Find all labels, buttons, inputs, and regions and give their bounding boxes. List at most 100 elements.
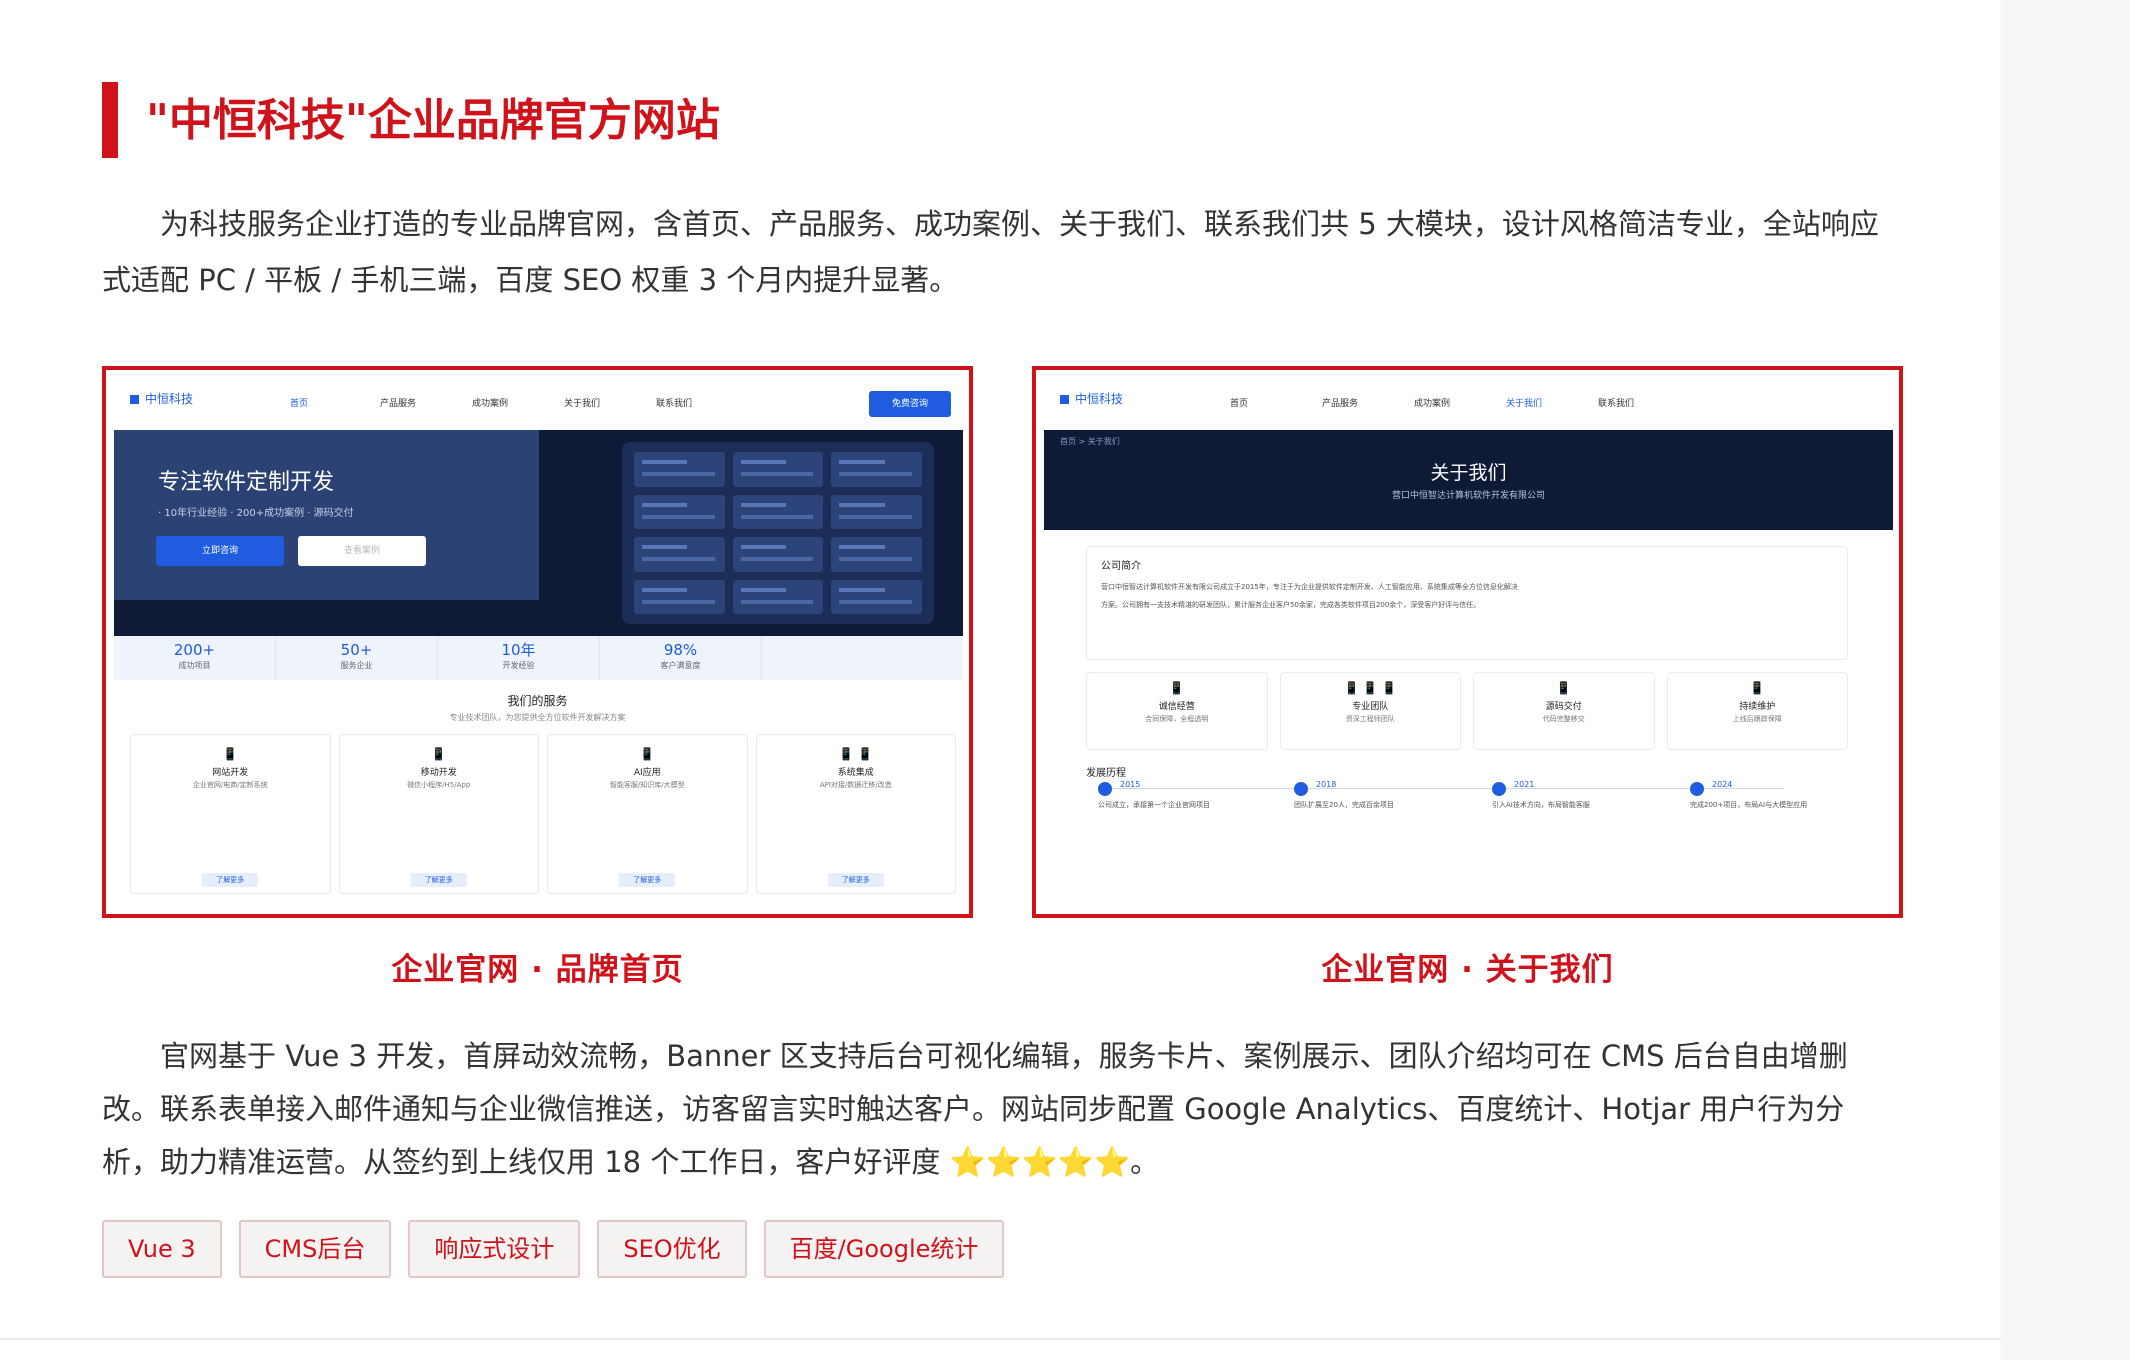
- mock-service-card: 📱 网站开发 企业官网/电商/定制系统 了解更多: [130, 734, 331, 894]
- mock-hero-secondary-button: 查看案例: [298, 536, 426, 566]
- mock-service-button: 了解更多: [619, 873, 676, 887]
- mock-nav-about: 关于我们: [564, 399, 601, 409]
- phone-icon: 📱: [639, 747, 655, 761]
- mock-dashboard-cell: [732, 452, 824, 487]
- tag-vue[interactable]: Vue 3: [102, 1220, 222, 1278]
- mock-breadcrumb: 首页 > 关于我们: [1060, 437, 1120, 446]
- mock-timeline-year: 2021: [1514, 780, 1535, 789]
- mock-feature-title: 持续维护: [1739, 702, 1776, 712]
- mock-stats-bar: 200+ 成功项目 50+ 服务企业 10年开发经验 98% 客户满意度: [114, 636, 963, 680]
- mock-nav-products: 产品服务: [1322, 399, 1359, 409]
- mock-logo-text: 中恒科技: [1075, 392, 1124, 406]
- phone-icon: 📱 📱: [838, 747, 873, 761]
- mock-feature-desc: 上线后跟踪保障: [1732, 715, 1782, 723]
- mock-stat-value: 98%: [663, 641, 698, 659]
- mock-banner-subtitle: 营口中恒智达计算机软件开发有限公司: [1391, 491, 1545, 501]
- intro-paragraph: 为科技服务企业打造的专业品牌官网，含首页、产品服务、成功案例、关于我们、联系我们…: [102, 207, 1879, 297]
- mock-timeline-event: 团队扩展至20人，完成百余项目: [1294, 801, 1394, 809]
- mock-stat-label: 客户满意度: [660, 661, 701, 670]
- mock-service-desc: 企业官网/电商/定制系统: [192, 781, 268, 789]
- tag-analytics[interactable]: 百度/Google统计: [763, 1220, 1005, 1278]
- mock-nav-cases: 成功案例: [1414, 399, 1451, 409]
- mock-stat-label: 开发经验: [502, 661, 535, 670]
- mock-nav-home: 首页: [290, 399, 309, 409]
- timeline-dot-icon: [1492, 782, 1506, 796]
- mock-feature-title: 专业团队: [1352, 702, 1389, 712]
- mock-service-cards: 📱 网站开发 企业官网/电商/定制系统 了解更多 📱 移动开发 微信小程序/H5…: [130, 734, 956, 894]
- bottom-divider: [0, 1338, 2002, 1340]
- mock-company-intro: 公司简介 营口中恒智达计算机软件开发有限公司成立于2015年，专注于为企业提供软…: [1086, 546, 1848, 660]
- mock-nav-contact: 联系我们: [1598, 399, 1635, 409]
- mock-about-banner: 首页 > 关于我们 关于我们 营口中恒智达计算机软件开发有限公司: [1044, 430, 1893, 530]
- caption-about: 企业官网 · 关于我们: [1321, 952, 1614, 988]
- timeline-dot-icon: [1098, 782, 1112, 796]
- logo-square-icon: [1060, 395, 1069, 404]
- mock-timeline-year: 2018: [1316, 780, 1337, 789]
- tech-tags: Vue 3 CMS后台 响应式设计 SEO优化 百度/Google统计: [102, 1220, 1005, 1278]
- mock-intro-title: 公司简介: [1101, 561, 1141, 572]
- mock-hero-primary-button: 立即咨询: [156, 536, 284, 566]
- mock-service-desc: 微信小程序/H5/App: [407, 781, 471, 789]
- mock-navbar: 中恒科技 首页 产品服务 成功案例 关于我们 联系我们 免费咨询: [106, 370, 969, 430]
- mock-feature-title: 源码交付: [1545, 702, 1582, 712]
- page-title: "中恒科技"企业品牌官方网站: [146, 95, 720, 146]
- phone-icon: 📱: [431, 747, 447, 761]
- case-card: "中恒科技"企业品牌官方网站 为科技服务企业打造的专业品牌官网，含首页、产品服务…: [0, 0, 2002, 1360]
- mock-dashboard-cell: [831, 494, 922, 529]
- tag-cms[interactable]: CMS后台: [238, 1220, 392, 1278]
- mock-cta-button: 免费咨询: [869, 391, 951, 417]
- mock-feature-desc: 代码完整移交: [1542, 715, 1585, 723]
- mock-history-title: 发展历程: [1086, 768, 1126, 779]
- mock-stat-value: 10年: [501, 641, 536, 659]
- phone-icon: 📱 📱 📱: [1344, 681, 1397, 695]
- tag-seo[interactable]: SEO优化: [597, 1220, 747, 1278]
- mock-dashboard-cell: [831, 452, 922, 487]
- mock-stat: 50+ 服务企业: [276, 636, 438, 680]
- mock-feature-cards: 📱 诚信经营 合同保障，全程透明 📱 📱 📱 专业团队 资深工程师团队 📱 源码…: [1086, 672, 1848, 750]
- mock-stat-value: 50+: [340, 641, 373, 659]
- mock-stat-label: 成功项目: [178, 661, 211, 670]
- mock-service-title: 移动开发: [420, 768, 457, 778]
- details-paragraph: 官网基于 Vue 3 开发，首屏动效流畅，Banner 区支持后台可视化编辑，服…: [102, 1039, 1848, 1179]
- mock-dashboard-cell: [732, 494, 824, 529]
- mock-dashboard-cell: [634, 579, 725, 614]
- mock-services-subtitle: 专业技术团队，为您提供全方位软件开发解决方案: [449, 713, 626, 722]
- mock-timeline-year: 2015: [1120, 780, 1141, 789]
- mock-navbar: 中恒科技 首页 产品服务 成功案例 关于我们 联系我们: [1036, 370, 1899, 430]
- mock-banner-title: 关于我们: [1430, 462, 1507, 484]
- mock-feature-card: 📱 📱 📱 专业团队 资深工程师团队: [1279, 672, 1461, 750]
- mock-service-card: 📱 📱 系统集成 API对接/数据迁移/改造 了解更多: [755, 734, 956, 894]
- mock-dashboard-cell: [634, 537, 725, 572]
- mock-dashboard-cell: [732, 537, 824, 572]
- mock-stat: 98% 客户满意度: [600, 636, 762, 680]
- mock-service-desc: API对接/数据迁移/改造: [819, 781, 892, 789]
- mock-service-button: 了解更多: [827, 873, 884, 887]
- mock-nav-about: 关于我们: [1506, 399, 1543, 409]
- mock-feature-desc: 资深工程师团队: [1345, 715, 1395, 723]
- screenshot-home[interactable]: 中恒科技 首页 产品服务 成功案例 关于我们 联系我们 免费咨询 专注软件定制开…: [102, 366, 973, 918]
- mock-hero-panel: 专注软件定制开发 · 10年行业经验 · 200+成功案例 · 源码交付 立即咨…: [114, 430, 539, 600]
- mock-feature-card: 📱 诚信经营 合同保障，全程透明: [1086, 672, 1268, 750]
- mock-logo-text: 中恒科技: [145, 392, 194, 406]
- tag-responsive[interactable]: 响应式设计: [408, 1220, 581, 1278]
- mock-service-button: 了解更多: [410, 873, 467, 887]
- mock-service-card: 📱 AI应用 智能客服/知识库/大模型 了解更多: [547, 734, 748, 894]
- mock-hero-dashboard-graphic: [622, 442, 934, 624]
- mock-logo: 中恒科技: [1060, 390, 1123, 407]
- mock-dashboard-cell: [831, 579, 922, 614]
- title-accent-bar: [102, 82, 118, 158]
- timeline-dot-icon: [1690, 782, 1704, 796]
- mock-hero-subtitle: · 10年行业经验 · 200+成功案例 · 源码交付: [158, 508, 354, 519]
- mock-timeline-event: 公司成立，承接第一个企业官网项目: [1098, 801, 1210, 809]
- mock-timeline-line: [1104, 788, 1784, 789]
- screenshot-about[interactable]: 中恒科技 首页 产品服务 成功案例 关于我们 联系我们 首页 > 关于我们 关于…: [1032, 366, 1903, 918]
- mock-dashboard-cell: [634, 452, 725, 487]
- mock-feature-card: 📱 源码交付 代码完整移交: [1473, 672, 1655, 750]
- caption-home: 企业官网 · 品牌首页: [391, 952, 684, 988]
- mock-timeline-event: 引入AI技术方向，布局智能客服: [1492, 801, 1590, 809]
- phone-icon: 📱: [1556, 681, 1572, 695]
- phone-icon: 📱: [1169, 681, 1185, 695]
- mock-stat-value: 200+: [173, 641, 216, 659]
- mock-service-desc: 智能客服/知识库/大模型: [609, 781, 685, 789]
- mock-timeline-year: 2024: [1712, 780, 1733, 789]
